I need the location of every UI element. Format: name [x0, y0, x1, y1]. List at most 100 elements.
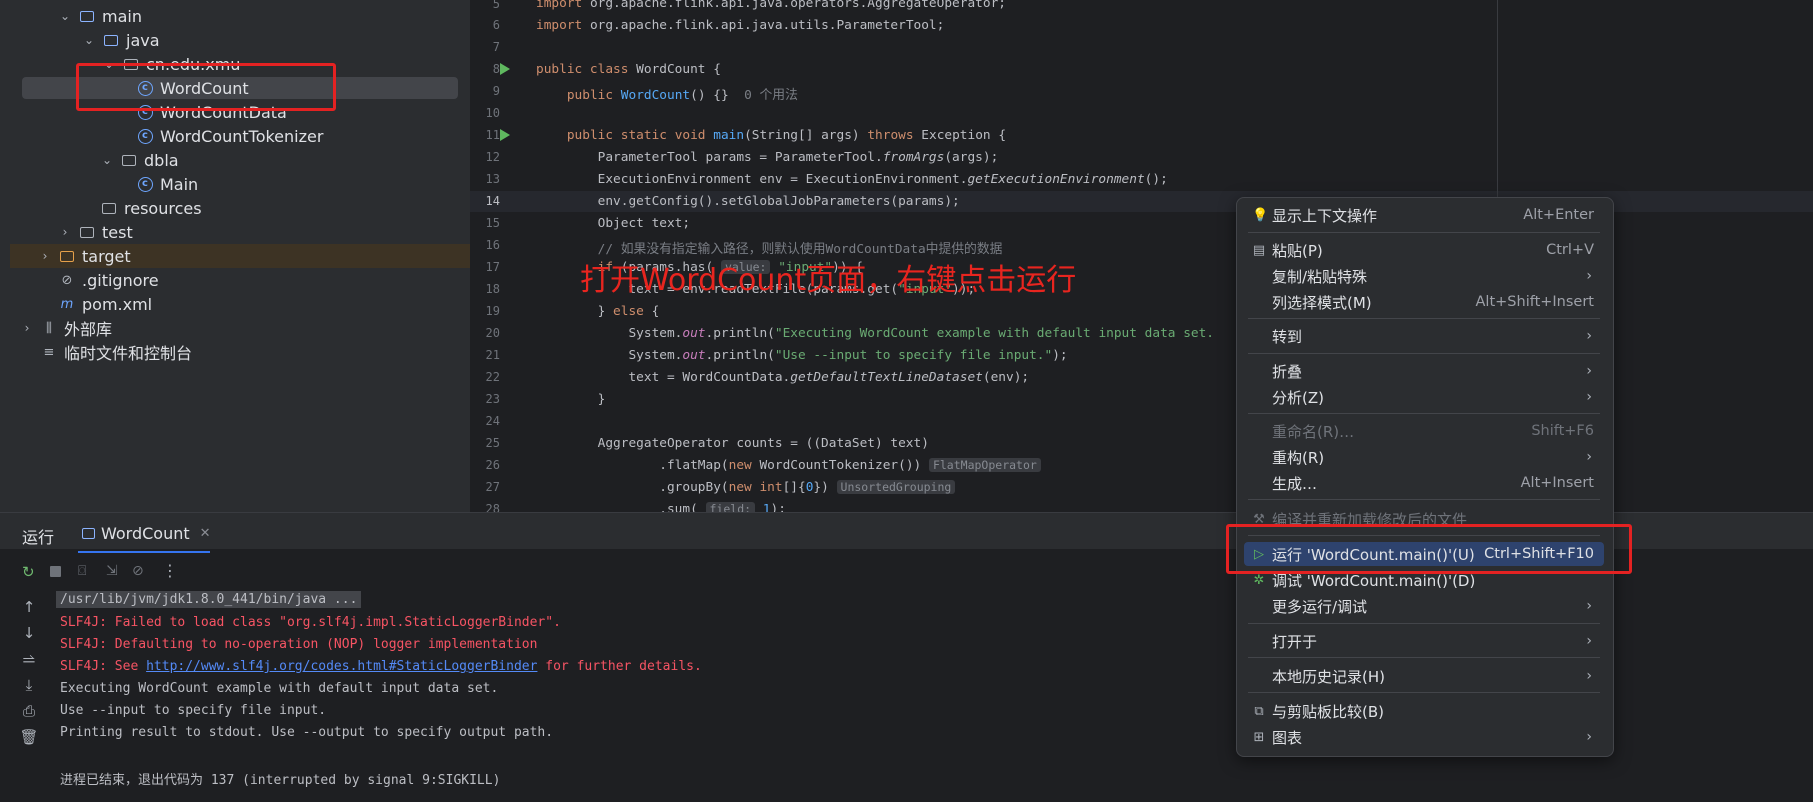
line-number: 11: [485, 128, 500, 142]
menu-item-local-history[interactable]: 本地历史记录(H) ›: [1244, 664, 1604, 688]
chevron-right-icon[interactable]: ›: [58, 225, 72, 239]
stop-icon[interactable]: [50, 566, 61, 577]
menu-item-show-context-actions[interactable]: 💡 显示上下文操作 Alt+Enter: [1244, 203, 1604, 227]
code-line: System.out.println("Executing WordCount …: [536, 326, 1215, 341]
run-gutter-icon[interactable]: [500, 129, 510, 141]
menu-item-more-run-debug[interactable]: 更多运行/调试 ›: [1244, 594, 1604, 618]
package-icon: [120, 151, 138, 169]
menu-item-column-selection[interactable]: 列选择模式(M) Alt+Shift+Insert: [1244, 290, 1604, 314]
code-line: public class WordCount {: [536, 62, 721, 77]
tree-item-label: 临时文件和控制台: [64, 344, 193, 363]
tree-item-label: main: [102, 6, 142, 26]
tree-item-label: 外部库: [64, 320, 113, 339]
camera-icon[interactable]: ⌼: [78, 563, 86, 579]
console-line-error: SLF4J: Failed to load class "org.slf4j.i…: [60, 615, 561, 630]
line-number: 17: [485, 260, 500, 274]
menu-item-refactor[interactable]: 重构(R) ›: [1244, 445, 1604, 469]
menu-item-copy-paste-special[interactable]: 复制/粘贴特殊 ›: [1244, 264, 1604, 288]
active-tab-indicator: [78, 551, 210, 553]
line-number: 10: [485, 106, 500, 120]
run-gutter-icon[interactable]: [500, 63, 510, 75]
chevron-down-icon[interactable]: ⌄: [58, 9, 72, 23]
line-number: 5: [492, 0, 500, 11]
tree-item-label: Main: [160, 174, 199, 194]
tree-item-label: resources: [124, 198, 202, 218]
tree-item-main[interactable]: ⌄ main: [58, 4, 518, 28]
compare-icon: ⧉: [1254, 703, 1264, 719]
tree-item-pom[interactable]: m pom.xml: [58, 292, 518, 316]
code-line: .flatMap(new WordCountTokenizer()) FlatM…: [536, 458, 1041, 473]
tree-item-target[interactable]: › target: [38, 244, 498, 268]
menu-item-open-in[interactable]: 打开于 ›: [1244, 629, 1604, 653]
line-number: 7: [492, 40, 500, 54]
line-number: 6: [492, 18, 500, 32]
tree-item-scratches[interactable]: ≡ 临时文件和控制台: [40, 340, 500, 364]
chevron-right-icon[interactable]: ›: [38, 249, 52, 263]
folder-icon: [102, 31, 120, 49]
code-line: import org.apache.flink.api.java.operato…: [536, 0, 1006, 11]
menu-separator: [1248, 353, 1600, 354]
console-line-exit: 进程已结束，退出代码为 137 (interrupted by signal 9…: [60, 773, 501, 788]
menu-separator: [1248, 232, 1600, 233]
tree-item-label: target: [82, 246, 131, 266]
tab-wordcount[interactable]: WordCount ✕: [82, 524, 211, 543]
arrow-up-icon[interactable]: ↑: [18, 598, 40, 620]
tab-label: WordCount: [101, 524, 190, 543]
code-line: } else {: [536, 304, 660, 319]
folder-icon: [58, 247, 76, 265]
filter-icon[interactable]: ⊘: [132, 563, 144, 579]
menu-item-analyze[interactable]: 分析(Z) ›: [1244, 385, 1604, 409]
console-line-error: SLF4J: See http://www.slf4j.org/codes.ht…: [60, 659, 702, 674]
chevron-right-icon: ›: [1586, 449, 1592, 465]
rerun-icon[interactable]: ↻: [22, 563, 35, 581]
print-icon[interactable]: ⎙: [18, 702, 40, 724]
chevron-down-icon[interactable]: ⌄: [100, 153, 114, 167]
usages-hint[interactable]: 0 个用法: [744, 88, 798, 103]
export-icon[interactable]: ⇲: [106, 563, 118, 579]
close-icon[interactable]: ✕: [200, 526, 211, 541]
chevron-right-icon: ›: [1586, 668, 1592, 684]
library-icon: ⫼: [46, 320, 52, 336]
code-line: text = WordCountData.getDefaultTextLineD…: [536, 370, 1030, 385]
tree-item-external-libraries[interactable]: › ⫼ 外部库: [20, 316, 480, 340]
bulb-icon: 💡: [1252, 207, 1269, 223]
console-line: Printing result to stdout. Use --output …: [60, 725, 554, 740]
arrow-down-icon[interactable]: ↓: [18, 624, 40, 646]
menu-item-compare-clipboard[interactable]: ⧉ 与剪贴板比较(B): [1244, 699, 1604, 723]
tree-item-gitignore[interactable]: ⊘ .gitignore: [58, 268, 518, 292]
menu-item-folding[interactable]: 折叠 ›: [1244, 359, 1604, 383]
menu-item-generate[interactable]: 生成… Alt+Insert: [1244, 471, 1604, 495]
line-number: 21: [485, 348, 500, 362]
chevron-down-icon[interactable]: ⌄: [82, 33, 96, 47]
menu-separator: [1248, 318, 1600, 319]
code-line: .groupBy(new int[]{0}) UnsortedGrouping: [536, 480, 956, 495]
menu-item-goto[interactable]: 转到 ›: [1244, 324, 1604, 348]
chevron-right-icon: ›: [1586, 389, 1592, 405]
scroll-to-end-icon[interactable]: ⤓: [18, 676, 40, 698]
java-class-icon: c: [136, 175, 154, 193]
line-number: 15: [485, 216, 500, 230]
code-line: public static void main(String[] args) t…: [566, 128, 1007, 143]
resources-folder-icon: [100, 199, 118, 217]
tree-item-label: test: [102, 222, 133, 242]
java-class-icon: c: [136, 127, 154, 145]
console-link[interactable]: http://www.slf4j.org/codes.html#StaticLo…: [146, 659, 537, 674]
folder-icon: [78, 223, 96, 241]
scratch-icon: ≡: [43, 344, 55, 360]
tree-item-test[interactable]: › test: [58, 220, 518, 244]
type-hint: UnsortedGrouping: [836, 480, 956, 494]
run-config-icon: [82, 528, 95, 539]
trash-icon[interactable]: 🗑: [18, 728, 40, 750]
menu-item-paste[interactable]: ▤ 粘贴(P) Ctrl+V: [1244, 238, 1604, 262]
type-hint: FlatMapOperator: [928, 458, 1041, 472]
tree-item-label: dbla: [144, 150, 179, 170]
chevron-right-icon[interactable]: ›: [20, 321, 34, 335]
line-number: 8: [492, 62, 500, 76]
line-number: 22: [485, 370, 500, 384]
soft-wrap-icon[interactable]: ⥬: [18, 650, 40, 672]
maven-icon: m: [60, 296, 74, 312]
chevron-right-icon: ›: [1586, 268, 1592, 284]
menu-item-diagrams[interactable]: ⊞ 图表 ›: [1244, 725, 1604, 749]
console-line-command[interactable]: /usr/lib/jvm/jdk1.8.0_441/bin/java ...: [56, 591, 362, 608]
more-options-icon[interactable]: ⋮: [162, 561, 178, 580]
